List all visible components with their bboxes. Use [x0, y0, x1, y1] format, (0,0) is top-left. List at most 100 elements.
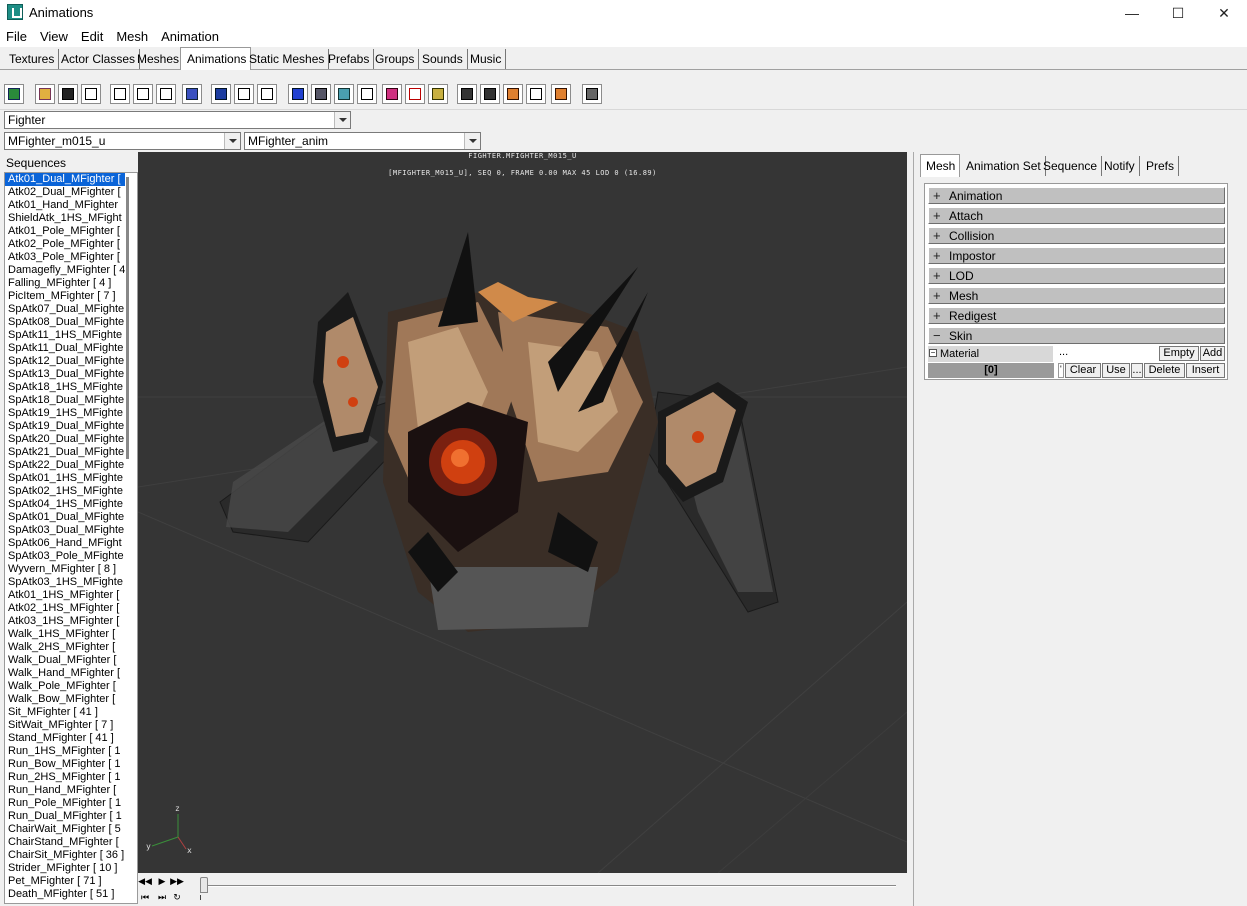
menu-file[interactable]: File: [6, 26, 34, 47]
expand-icon[interactable]: +: [933, 228, 943, 243]
last-frame-icon[interactable]: ⏭: [156, 891, 168, 903]
list-item[interactable]: Atk02_Pole_MFighter [: [5, 238, 125, 251]
expand-icon[interactable]: +: [933, 268, 943, 283]
chevron-down-icon[interactable]: [224, 133, 240, 149]
property-group-attach[interactable]: + Attach: [928, 207, 1225, 224]
tab-meshes[interactable]: Meshes: [131, 49, 185, 69]
tool-5-icon[interactable]: [551, 84, 571, 104]
loop-icon[interactable]: ↻: [171, 891, 183, 903]
viewport-3d[interactable]: FIGHTER.MFIGHTER_M015_U [MFIGHTER_M015_U…: [138, 152, 907, 873]
material-value-field[interactable]: ': [1058, 363, 1064, 378]
list-item[interactable]: Run_Bow_MFighter [ 1: [5, 758, 125, 771]
list-item[interactable]: ChairWait_MFighter [ 5: [5, 823, 125, 836]
expand-icon[interactable]: +: [933, 308, 943, 323]
expand-icon[interactable]: +: [933, 248, 943, 263]
view-grid-icon[interactable]: [334, 84, 354, 104]
tab-animation-set[interactable]: Animation Set: [961, 156, 1046, 176]
scrollbar[interactable]: [126, 177, 129, 459]
list-item[interactable]: Run_2HS_MFighter [ 1: [5, 771, 125, 784]
list-item[interactable]: ChairStand_MFighter [: [5, 836, 125, 849]
list-item[interactable]: Walk_Dual_MFighter [: [5, 654, 125, 667]
property-group-lod[interactable]: + LOD: [928, 267, 1225, 284]
list-item[interactable]: SpAtk01_1HS_MFighte: [5, 472, 125, 485]
clear-button[interactable]: Clear: [1065, 363, 1101, 378]
empty-button[interactable]: Empty: [1159, 346, 1199, 361]
property-group-skin[interactable]: − Skin: [928, 327, 1225, 344]
list-item[interactable]: Atk01_Hand_MFighter: [5, 199, 125, 212]
browse-button[interactable]: ...: [1131, 363, 1143, 378]
chevron-down-icon[interactable]: [464, 133, 480, 149]
timeline-track[interactable]: [204, 885, 896, 887]
list-item[interactable]: SitWait_MFighter [ 7 ]: [5, 719, 125, 732]
list-item[interactable]: Pet_MFighter [ 71 ]: [5, 875, 125, 888]
menu-view[interactable]: View: [40, 26, 75, 47]
collapse-icon[interactable]: −: [933, 328, 943, 343]
maximize-icon[interactable]: ☐: [1155, 0, 1201, 26]
tab-animations[interactable]: Animations: [180, 47, 252, 70]
list-item[interactable]: Strider_MFighter [ 10 ]: [5, 862, 125, 875]
list-item[interactable]: Walk_Pole_MFighter [: [5, 680, 125, 693]
tab-notify[interactable]: Notify: [1099, 156, 1140, 176]
view-texture-icon[interactable]: [428, 84, 448, 104]
link-icon[interactable]: [182, 84, 202, 104]
tab-actor-classes[interactable]: Actor Classes: [55, 49, 141, 69]
next-frame-icon[interactable]: ▶▶: [170, 875, 184, 887]
tab-mesh[interactable]: Mesh: [920, 154, 961, 177]
mesh-combo[interactable]: MFighter_m015_u: [4, 132, 241, 150]
property-group-collision[interactable]: + Collision: [928, 227, 1225, 244]
view-mesh-icon[interactable]: [288, 84, 308, 104]
use-button[interactable]: Use: [1102, 363, 1130, 378]
list-item[interactable]: SpAtk04_1HS_MFighte: [5, 498, 125, 511]
list-item[interactable]: Atk01_Pole_MFighter [: [5, 225, 125, 238]
menu-animation[interactable]: Animation: [161, 26, 226, 47]
list-item[interactable]: ChairSit_MFighter [ 36 ]: [5, 849, 125, 862]
collapse-icon[interactable]: −: [929, 349, 937, 357]
sequences-list[interactable]: Atk01_Dual_MFighter [Atk02_Dual_MFighter…: [4, 172, 138, 904]
list-item[interactable]: SpAtk19_1HS_MFighte: [5, 407, 125, 420]
list-item[interactable]: Falling_MFighter [ 4 ]: [5, 277, 125, 290]
tab-sounds[interactable]: Sounds: [416, 49, 468, 69]
menu-mesh[interactable]: Mesh: [116, 26, 155, 47]
list-item[interactable]: Atk03_Pole_MFighter [: [5, 251, 125, 264]
refresh-props-2-icon[interactable]: [257, 84, 277, 104]
property-group-impostor[interactable]: + Impostor: [928, 247, 1225, 264]
list-item[interactable]: Atk02_1HS_MFighter [: [5, 602, 125, 615]
list-item[interactable]: SpAtk01_Dual_MFighte: [5, 511, 125, 524]
list-item[interactable]: Walk_2HS_MFighter [: [5, 641, 125, 654]
list-item[interactable]: SpAtk21_Dual_MFighte: [5, 446, 125, 459]
list-item[interactable]: Run_Pole_MFighter [ 1: [5, 797, 125, 810]
list-item[interactable]: SpAtk13_Dual_MFighte: [5, 368, 125, 381]
view-wireframe-icon[interactable]: [311, 84, 331, 104]
edit-props-3-icon[interactable]: [156, 84, 176, 104]
list-item[interactable]: SpAtk22_Dual_MFighte: [5, 459, 125, 472]
list-item[interactable]: SpAtk03_Dual_MFighte: [5, 524, 125, 537]
menu-edit[interactable]: Edit: [81, 26, 110, 47]
view-bounds-icon[interactable]: [382, 84, 402, 104]
list-item[interactable]: Death_MFighter [ 51 ]: [5, 888, 125, 901]
view-pivot-icon[interactable]: [405, 84, 425, 104]
list-item[interactable]: SpAtk20_Dual_MFighte: [5, 433, 125, 446]
list-item[interactable]: SpAtk11_Dual_MFighte: [5, 342, 125, 355]
list-item[interactable]: SpAtk08_Dual_MFighte: [5, 316, 125, 329]
timeline-slider[interactable]: [200, 877, 208, 893]
refresh-props-icon[interactable]: [234, 84, 254, 104]
edit-props-icon[interactable]: [110, 84, 130, 104]
view-skeleton-icon[interactable]: [357, 84, 377, 104]
tab-textures[interactable]: Textures: [3, 49, 60, 69]
property-group-mesh[interactable]: + Mesh: [928, 287, 1225, 304]
list-item[interactable]: Atk03_1HS_MFighter [: [5, 615, 125, 628]
tool-3-icon[interactable]: [503, 84, 523, 104]
tab-prefs[interactable]: Prefs: [1141, 156, 1180, 176]
tab-prefabs[interactable]: Prefabs: [322, 49, 375, 69]
copy-icon[interactable]: [81, 84, 101, 104]
list-item[interactable]: Walk_Bow_MFighter [: [5, 693, 125, 706]
property-group-redigest[interactable]: + Redigest: [928, 307, 1225, 324]
list-item[interactable]: PicItem_MFighter [ 7 ]: [5, 290, 125, 303]
list-item[interactable]: SpAtk03_1HS_MFighte: [5, 576, 125, 589]
expand-icon[interactable]: +: [933, 188, 943, 203]
list-item[interactable]: Damagefly_MFighter [ 4: [5, 264, 125, 277]
tab-groups[interactable]: Groups: [369, 49, 420, 69]
list-item[interactable]: Stand_MFighter [ 41 ]: [5, 732, 125, 745]
material-label[interactable]: − Material: [928, 346, 1054, 362]
list-item[interactable]: Atk02_Dual_MFighter [: [5, 186, 125, 199]
